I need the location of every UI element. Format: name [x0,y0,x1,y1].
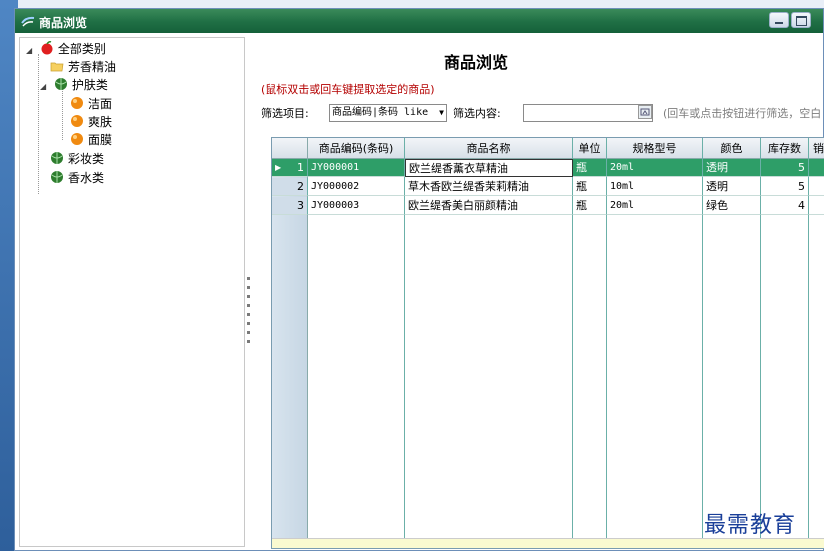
filter-search-button[interactable] [638,105,652,119]
code-cell: JY000002 [308,178,405,196]
name-cell: 欧兰缇香美白丽颜精油 [405,197,573,215]
tree-node-skincare[interactable]: ◢ 护肤类 [40,76,108,94]
tree-node-label: 洁面 [88,97,113,111]
tree-node-perfume[interactable]: 香水类 [50,169,104,187]
green-ball-icon [51,171,63,183]
name-cell[interactable]: 欧兰缇香薰衣草精油 [405,159,573,177]
tree-node-label: 爽肤 [88,115,113,129]
green-ball-icon [51,152,63,164]
tree-node-all[interactable]: ◢ 全部类别 [26,40,106,58]
tree-node-cleanser[interactable]: 洁面 [70,95,112,113]
row-number-header [272,138,308,159]
stock-cell: 5 [761,159,809,177]
maximize-button[interactable] [791,12,811,28]
apple-icon [41,41,53,55]
spec-cell: 20ml [607,159,703,177]
code-cell: JY000003 [308,197,405,215]
filter-item-label: 筛选项目: [261,107,309,120]
page-title: 商品浏览 [443,53,508,72]
sales-cell [809,159,824,177]
column-header-sales[interactable]: 销 [809,138,824,159]
spec-cell: 20ml [607,197,703,215]
usage-hint: (鼠标双击或回车键提取选定的商品) [261,83,435,96]
collapse-arrow-icon[interactable]: ◢ [40,78,50,96]
orange-ball-icon [71,97,83,109]
unit-cell: 瓶 [573,159,607,177]
orange-ball-icon [71,133,83,145]
tree-node-label: 香水类 [68,171,105,185]
desktop-top-strip [18,0,824,8]
unit-cell: 瓶 [573,178,607,196]
panel-splitter[interactable] [246,271,251,381]
folder-icon [50,62,64,72]
tree-node-label: 护肤类 [71,78,108,92]
row-number-cell: 2 [272,178,308,196]
table-row[interactable]: ▶ 1 JY000001 欧兰缇香薰衣草精油 瓶 20ml 透明 5 [272,159,824,177]
table-row[interactable]: 3 JY000003 欧兰缇香美白丽颜精油 瓶 20ml 绿色 4 [272,197,824,215]
filter-item-value: 商品编码|条码 like [332,107,429,118]
watermark: 最需教育 [704,513,797,538]
row-number-cell: ▶ 1 [272,159,308,177]
color-cell: 透明 [703,178,761,196]
maximize-icon [796,16,807,26]
sales-cell [809,197,824,215]
collapse-arrow-icon[interactable]: ◢ [26,42,36,60]
tree-node-label: 芳香精油 [68,60,117,74]
table-row[interactable]: 2 JY000002 草木香欧兰缇香茉莉精油 瓶 10ml 透明 5 [272,178,824,196]
tree-node-label: 面膜 [88,133,113,147]
grid-summary-row [272,538,824,548]
window-title: 商品浏览 [39,16,88,30]
code-cell: JY000001 [308,159,405,177]
sales-cell [809,178,824,196]
row-pointer-icon: ▶ [275,163,282,172]
orange-ball-icon [71,115,83,127]
title-bar[interactable]: 商品浏览 [15,9,823,33]
dropdown-arrow-icon: ▼ [439,108,444,117]
tree-node-mask[interactable]: 面膜 [70,131,112,149]
color-cell: 透明 [703,159,761,177]
row-number-cell: 3 [272,197,308,215]
category-tree: ◢ 全部类别 芳香精油 ◢ 护肤类 洁面 爽肤 面膜 彩妆类 香水类 [19,37,245,547]
tree-guide-line [38,54,39,194]
stock-cell: 5 [761,178,809,196]
tree-node-aroma[interactable]: 芳香精油 [50,58,116,76]
row-header-column [272,159,308,548]
tree-node-toner[interactable]: 爽肤 [70,113,112,131]
product-grid: 商品编码(条码) 商品名称 单位 规格型号 颜色 库存数 销 ▶ 1 JY0000… [271,137,824,549]
filter-note: (回车或点击按钮进行筛选，空白 [663,107,822,120]
tree-node-label: 全部类别 [57,42,106,56]
stock-cell: 4 [761,197,809,215]
spec-cell: 10ml [607,178,703,196]
filter-item-select[interactable]: 商品编码|条码 like ▼ [329,104,447,122]
filter-content-input[interactable] [523,104,653,122]
tree-node-label: 彩妆类 [68,152,105,166]
filter-button-icon [640,108,650,116]
unit-cell: 瓶 [573,197,607,215]
product-panel: 商品浏览 (鼠标双击或回车键提取选定的商品) 筛选项目: 商品编码|条码 lik… [253,37,824,549]
tree-node-makeup[interactable]: 彩妆类 [50,150,104,168]
name-cell: 草木香欧兰缇香茉莉精油 [405,178,573,196]
minimize-icon [775,22,783,24]
app-logo-icon [21,16,35,27]
color-cell: 绿色 [703,197,761,215]
filter-content-label: 筛选内容: [453,107,501,120]
green-ball-icon [54,78,67,90]
product-browse-window: 商品浏览 ◢ 全部类别 芳香精油 ◢ 护肤类 洁面 爽肤 面膜 彩妆类 香水类 … [14,8,824,551]
minimize-button[interactable] [769,12,789,28]
